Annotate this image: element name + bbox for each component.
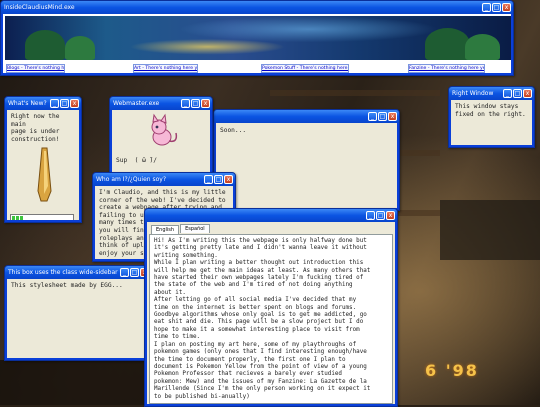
close-button[interactable]: x (224, 175, 233, 184)
main-window-titlebar[interactable]: InsideClaudiusMind.exe _ □ x (1, 1, 513, 14)
minimize-button[interactable]: _ (204, 175, 213, 184)
photo-datestamp: 6 '98 (425, 361, 479, 380)
minimize-button[interactable]: _ (482, 3, 491, 12)
close-button[interactable]: x (502, 3, 511, 12)
webmaster-title: Webmaster.exe (113, 100, 160, 107)
close-button[interactable]: x (386, 211, 395, 220)
maximize-button[interactable]: □ (376, 211, 385, 220)
close-button[interactable]: x (388, 112, 397, 121)
who-am-i-title: Who am I?/¿Quien soy? (96, 176, 167, 183)
maximize-button[interactable]: □ (60, 99, 69, 108)
wide-sidebar-window[interactable]: This box uses the class wide-sidebar _ □… (4, 265, 152, 361)
close-button[interactable]: x (70, 99, 79, 108)
maximize-button[interactable]: □ (214, 175, 223, 184)
minimize-button[interactable]: _ (50, 99, 59, 108)
webmaster-greeting: Sup ( ̄ω ̄)/ (116, 157, 157, 164)
minimize-button[interactable]: _ (181, 99, 190, 108)
close-button[interactable]: x (201, 99, 210, 108)
header-banner (5, 16, 511, 60)
nav-link-art[interactable]: Art - There's nothing here yet (133, 64, 198, 73)
intro-text: Hi! As I'm writing this the webpage is o… (154, 238, 371, 400)
minimize-button[interactable]: _ (366, 211, 375, 220)
right-window-text: This window stays fixed on the right. (455, 103, 526, 118)
maximize-button[interactable]: □ (492, 3, 501, 12)
sword-image (37, 147, 52, 202)
main-window-title: InsideClaudiusMind.exe (4, 4, 75, 11)
nav-link-fanzine[interactable]: Fanzine - There's nothing here yet (408, 64, 485, 73)
progress-segment (20, 216, 23, 220)
whats-new-title: What's New? (8, 100, 47, 107)
nav-link-blogs[interactable]: Blogs - There's nothing here yet (6, 64, 65, 73)
tab-english[interactable]: English (151, 225, 180, 234)
whats-new-text: Right now the main page is under constru… (11, 113, 60, 143)
minimize-button[interactable]: _ (120, 268, 129, 277)
mew-sprite (151, 113, 178, 146)
maximize-button[interactable]: □ (378, 112, 387, 121)
soon-text: Soon... (220, 127, 247, 134)
nav-link-pokemon[interactable]: Pokemon Stuff - There's nothing here yet (261, 64, 349, 73)
wide-sidebar-title: This box uses the class wide-sidebar (8, 269, 118, 276)
maximize-button[interactable]: □ (513, 89, 522, 98)
intro-window[interactable]: _ □ x English Español Hi! As I'm writing… (144, 208, 398, 407)
minimize-button[interactable]: _ (503, 89, 512, 98)
progress-segment (12, 216, 15, 220)
construction-progress-bar (10, 214, 74, 220)
soon-window[interactable]: _ □ x Soon... (213, 109, 400, 211)
progress-segment (16, 216, 19, 220)
wide-sidebar-text: This stylesheet made by EGG... (11, 282, 123, 289)
webmaster-window[interactable]: Webmaster.exe _ □ x Sup ( ̄ω ̄)/ (109, 96, 213, 180)
right-window-title: Right Window (452, 90, 494, 97)
right-window[interactable]: Right Window _ □ x This window stays fix… (448, 86, 535, 148)
maximize-button[interactable]: □ (191, 99, 200, 108)
maximize-button[interactable]: □ (130, 268, 139, 277)
tab-espanol[interactable]: Español (180, 224, 210, 233)
minimize-button[interactable]: _ (368, 112, 377, 121)
close-button[interactable]: x (523, 89, 532, 98)
whats-new-window[interactable]: What's New? _ □ x Right now the main pag… (4, 96, 82, 223)
